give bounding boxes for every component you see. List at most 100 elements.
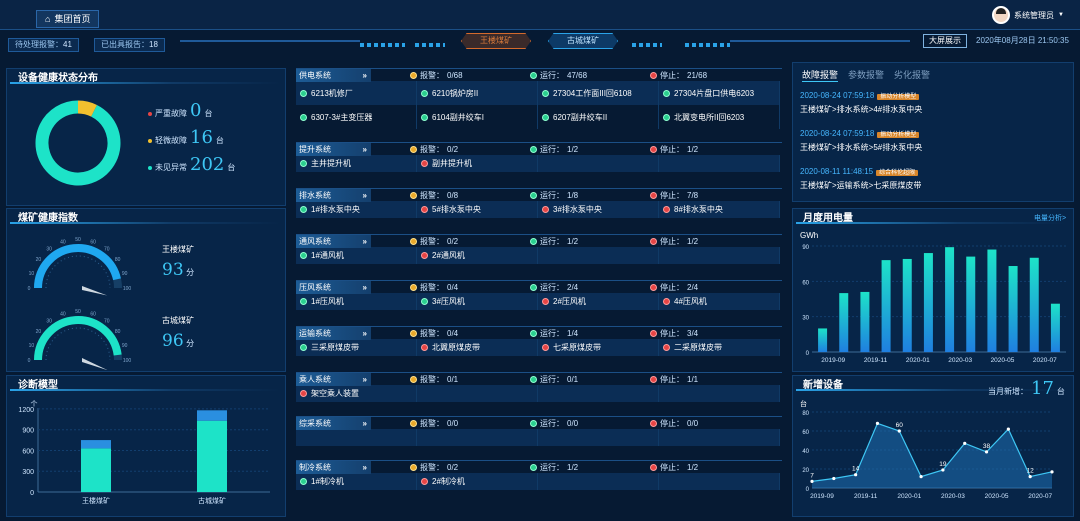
device-item[interactable]: 6213机修厂: [296, 81, 417, 105]
system-header[interactable]: 运输系统» 报警： 0/4 运行： 1/4 停止： 3/4: [296, 326, 782, 340]
device-item[interactable]: 1#制冷机: [296, 473, 417, 490]
alarm-tabs: 故障报警 参数报警 劣化报警: [802, 68, 930, 82]
pending-alarms-badge[interactable]: 待处理报警：41: [8, 38, 79, 52]
device-status-icon: [663, 298, 670, 305]
home-tab[interactable]: ⌂ 集团首页: [36, 10, 100, 28]
device-item[interactable]: 6207副井绞车II: [538, 105, 659, 129]
system-name[interactable]: 运输系统 »: [296, 326, 371, 340]
system-name[interactable]: 供电系统 »: [296, 68, 371, 82]
device-item[interactable]: 5#排水泵中央: [417, 201, 538, 218]
device-item[interactable]: 三采原煤皮带: [296, 339, 417, 356]
tab-gucheng-mine[interactable]: 古城煤矿: [548, 33, 618, 49]
device-item[interactable]: 3#压风机: [417, 293, 538, 310]
system-name[interactable]: 综采系统 »: [296, 416, 371, 430]
device-name: 2#制冷机: [432, 477, 465, 486]
device-name: 27304片盘口供电6203: [674, 88, 755, 98]
device-item[interactable]: 二采原煤皮带: [659, 339, 780, 356]
tab-degrade-alarm[interactable]: 劣化报警: [894, 68, 930, 82]
device-item[interactable]: 6307-3#主变压器: [296, 105, 417, 129]
system-header[interactable]: 通风系统» 报警： 0/2 运行： 1/2 停止： 1/2: [296, 234, 782, 248]
system-header[interactable]: 制冷系统» 报警： 0/2 运行： 1/2 停止： 1/2: [296, 460, 782, 474]
system-name[interactable]: 排水系统 »: [296, 188, 371, 202]
alarm-item[interactable]: 2020-08-24 07:59:18 振动分析模型 王楼煤矿>排水系统>4#排水泵…: [800, 90, 1070, 128]
system-header[interactable]: 排水系统» 报警： 0/8 运行： 1/8 停止： 7/8: [296, 188, 782, 202]
alarm-value: 0/1: [447, 374, 459, 384]
power-bar: [860, 291, 870, 352]
system-name[interactable]: 乘人系统 »: [296, 372, 371, 386]
device-item[interactable]: 1#压风机: [296, 293, 417, 310]
tab-fault-alarm[interactable]: 故障报警: [802, 68, 839, 82]
device-status-icon: [300, 298, 307, 305]
y-tick-label: 300: [22, 469, 34, 476]
bar-segment: [197, 410, 227, 421]
device-item[interactable]: 6210锅炉房II: [417, 81, 538, 105]
gauge-needle: [82, 358, 108, 370]
device-item[interactable]: 主井提升机: [296, 155, 417, 172]
bigscreen-button[interactable]: 大屏展示: [923, 34, 967, 48]
system-name[interactable]: 提升系统 »: [296, 142, 371, 156]
gauge-tick-label: 30: [46, 318, 52, 324]
gauge-tick-label: 0: [28, 286, 31, 292]
alarm-label: 报警：: [420, 190, 444, 200]
system-header[interactable]: 提升系统» 报警： 0/2 运行： 1/2 停止： 1/2: [296, 142, 782, 156]
chevron-right-icon: »: [362, 70, 367, 80]
device-item[interactable]: 3#排水泵中央: [538, 201, 659, 218]
legend-dot: [148, 112, 152, 116]
device-item[interactable]: 1#排水泵中央: [296, 201, 417, 218]
device-item[interactable]: 北翼原煤皮带: [417, 339, 538, 356]
system-name[interactable]: 通风系统 »: [296, 234, 371, 248]
alarm-time: 2020-08-24 07:59:18: [800, 129, 875, 138]
device-item[interactable]: 8#排水泵中央: [659, 201, 780, 218]
gauge-tick-label: 50: [75, 309, 81, 315]
alarm-item[interactable]: 2020-08-24 07:59:18 振动分析模型 王楼煤矿>排水系统>5#排水泵…: [800, 128, 1070, 166]
stop-label: 停止：: [660, 190, 684, 200]
device-item[interactable]: 副井提升机: [417, 155, 538, 172]
alarm-label: 报警：: [420, 282, 444, 292]
stop-stat: 停止： 0/0: [650, 418, 698, 429]
device-name: 1#压风机: [311, 297, 344, 306]
device-item[interactable]: 1#通风机: [296, 247, 417, 264]
data-point: [1028, 475, 1032, 479]
x-tick-label: 2020-05: [985, 493, 1009, 500]
device-item[interactable]: 2#制冷机: [417, 473, 538, 490]
tab-param-alarm[interactable]: 参数报警: [848, 68, 884, 82]
device-empty: [538, 385, 659, 402]
system-name[interactable]: 压风系统 »: [296, 280, 371, 294]
device-status-icon: [542, 298, 549, 305]
alarm-value: 0/8: [447, 190, 459, 200]
data-label: 19: [939, 461, 947, 468]
device-item[interactable]: 6104副井绞车I: [417, 105, 538, 129]
system-header[interactable]: 压风系统» 报警： 0/4 运行： 2/4 停止： 2/4: [296, 280, 782, 294]
x-tick-label: 王楼煤矿: [82, 496, 110, 505]
device-item[interactable]: 2#通风机: [417, 247, 538, 264]
device-item[interactable]: 北翼变电所II回6203: [659, 105, 780, 129]
system-name[interactable]: 制冷系统 »: [296, 460, 371, 474]
device-item[interactable]: 2#压风机: [538, 293, 659, 310]
alarm-item[interactable]: 2020-08-11 11:48:15 综合科伦超限 王楼煤矿>运输系统>七采原煤皮…: [800, 166, 1070, 204]
device-grid: 主井提升机 副井提升机: [296, 155, 782, 172]
alarm-icon: [410, 283, 417, 291]
device-item[interactable]: 架空乘人装置: [296, 385, 417, 402]
device-item[interactable]: 27304工作面III回6108: [538, 81, 659, 105]
system-header[interactable]: 乘人系统» 报警： 0/1 运行： 0/1 停止： 1/1: [296, 372, 782, 386]
run-icon: [530, 237, 537, 245]
bar-segment: [81, 440, 111, 449]
stop-label: 停止：: [660, 374, 684, 384]
run-label: 运行：: [540, 70, 564, 80]
tab-wanglou-mine[interactable]: 王楼煤矿: [461, 33, 531, 49]
user-menu[interactable]: 系统管理员 ▼: [992, 5, 1064, 25]
device-item[interactable]: 4#压风机: [659, 293, 780, 310]
device-item[interactable]: 27304片盘口供电6203: [659, 81, 780, 105]
reports-badge[interactable]: 已出具报告：18: [94, 38, 165, 52]
gauge-tick-label: 30: [46, 246, 52, 252]
power-bar: [987, 249, 997, 352]
device-item[interactable]: 七采原煤皮带: [538, 339, 659, 356]
power-analysis-link[interactable]: 电量分析>: [1034, 213, 1066, 223]
device-empty: [417, 385, 538, 402]
system-header[interactable]: 供电系统» 报警： 0/68 运行： 47/68 停止： 21/68: [296, 68, 782, 82]
device-status-icon: [421, 89, 428, 97]
device-grid: 1#通风机 2#通风机: [296, 247, 782, 264]
system-name-label: 乘人系统: [299, 374, 331, 384]
system-header[interactable]: 综采系统» 报警： 0/0 运行： 0/0 停止： 0/0: [296, 416, 782, 430]
data-point: [941, 468, 945, 472]
